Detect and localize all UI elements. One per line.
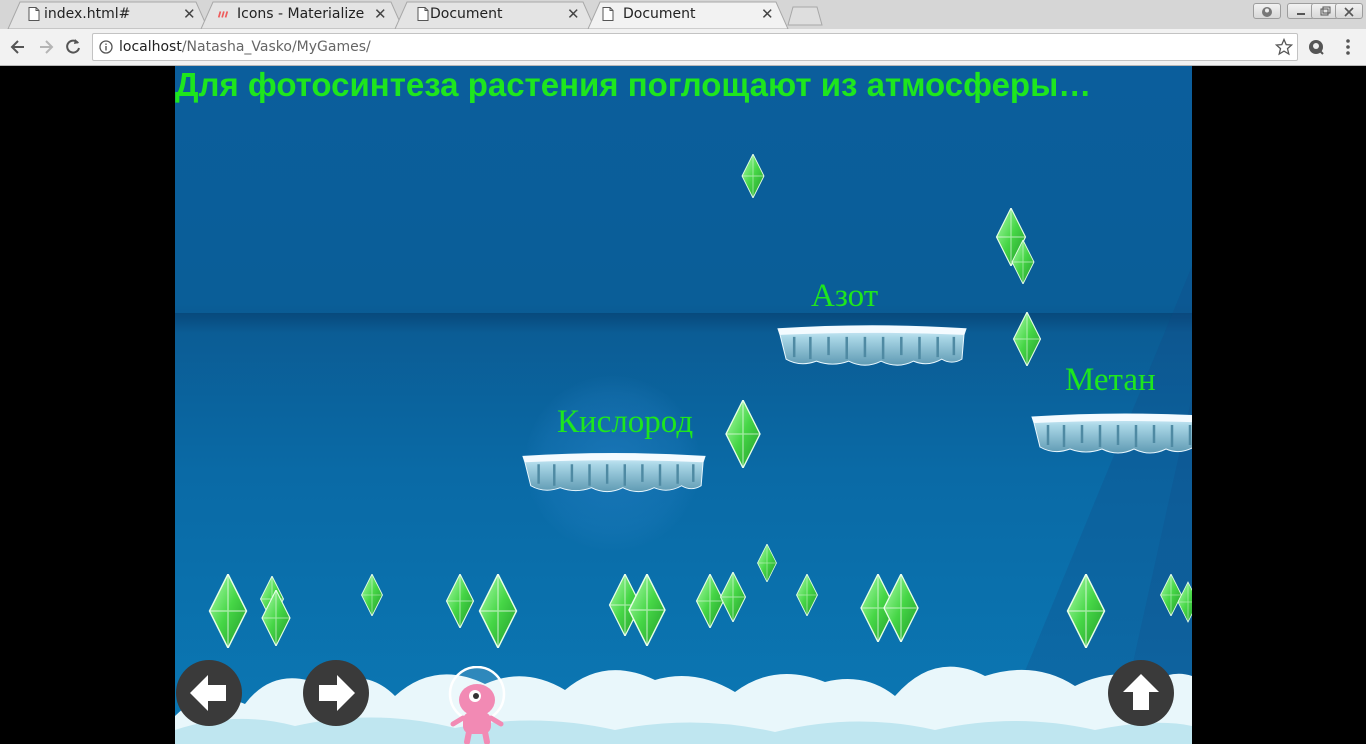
url-path: /Natasha_Vasko/MyGames/ (181, 39, 371, 55)
profile-icon (1262, 7, 1272, 17)
tab-title: index.html# (44, 6, 131, 22)
tab-strip: index.html# ✕ Icons - Materialize ✕ Docu… (0, 0, 1366, 29)
tab-index[interactable]: index.html# ✕ (8, 0, 208, 29)
arrow-right-icon (319, 675, 355, 711)
close-icon[interactable]: ✕ (374, 5, 387, 23)
document-icon (28, 7, 40, 21)
tab-title: Document (623, 6, 696, 22)
forward-icon[interactable] (36, 37, 56, 57)
answer-kislorod[interactable]: Кислород (557, 404, 693, 441)
jump-button[interactable] (1108, 660, 1174, 726)
document-icon (602, 7, 614, 21)
platform-azot (776, 324, 968, 367)
left-button[interactable] (176, 660, 242, 726)
back-icon[interactable] (8, 37, 28, 57)
tab-document[interactable]: Document ✕ (395, 0, 595, 29)
tab-materialize[interactable]: Icons - Materialize ✕ (201, 0, 401, 29)
close-icon[interactable]: ✕ (567, 5, 580, 23)
menu-icon[interactable] (1338, 37, 1358, 57)
browser-toolbar: localhost/Natasha_Vasko/MyGames/ (0, 29, 1366, 66)
game-canvas[interactable]: Для фотосинтеза растения поглощают из ат… (175, 66, 1192, 744)
arrow-up-icon (1123, 674, 1159, 710)
tab-document-active[interactable]: Document ✕ (588, 0, 788, 29)
arrow-left-icon (190, 675, 226, 711)
reload-icon[interactable] (63, 37, 83, 57)
platform-metan (1030, 412, 1192, 455)
close-icon[interactable]: ✕ (183, 5, 196, 23)
right-button[interactable] (303, 660, 369, 726)
browser-chrome: index.html# ✕ Icons - Materialize ✕ Docu… (0, 0, 1366, 66)
tab-title: Icons - Materialize (237, 6, 365, 22)
player-character (448, 666, 506, 744)
url-host: localhost (119, 39, 182, 55)
close-window-button[interactable] (1335, 3, 1363, 19)
document-icon (417, 7, 429, 21)
extension-icon[interactable] (1306, 37, 1326, 57)
answer-metan[interactable]: Метан (1065, 362, 1156, 399)
answer-azot[interactable]: Азот (811, 278, 878, 315)
star-icon[interactable] (1275, 38, 1293, 56)
platform-kislorod (521, 452, 707, 493)
profile-button[interactable] (1253, 3, 1281, 19)
url-text: localhost/Natasha_Vasko/MyGames/ (119, 39, 371, 55)
question-text: Для фотосинтеза растения поглощают из ат… (175, 66, 1092, 103)
tab-title: Document (430, 6, 503, 22)
info-icon[interactable] (99, 40, 113, 54)
close-icon[interactable]: ✕ (761, 5, 774, 23)
address-bar[interactable]: localhost/Natasha_Vasko/MyGames/ (92, 33, 1298, 61)
new-tab-button[interactable] (787, 6, 823, 26)
close-icon (1344, 7, 1354, 17)
materialize-icon (217, 11, 229, 18)
